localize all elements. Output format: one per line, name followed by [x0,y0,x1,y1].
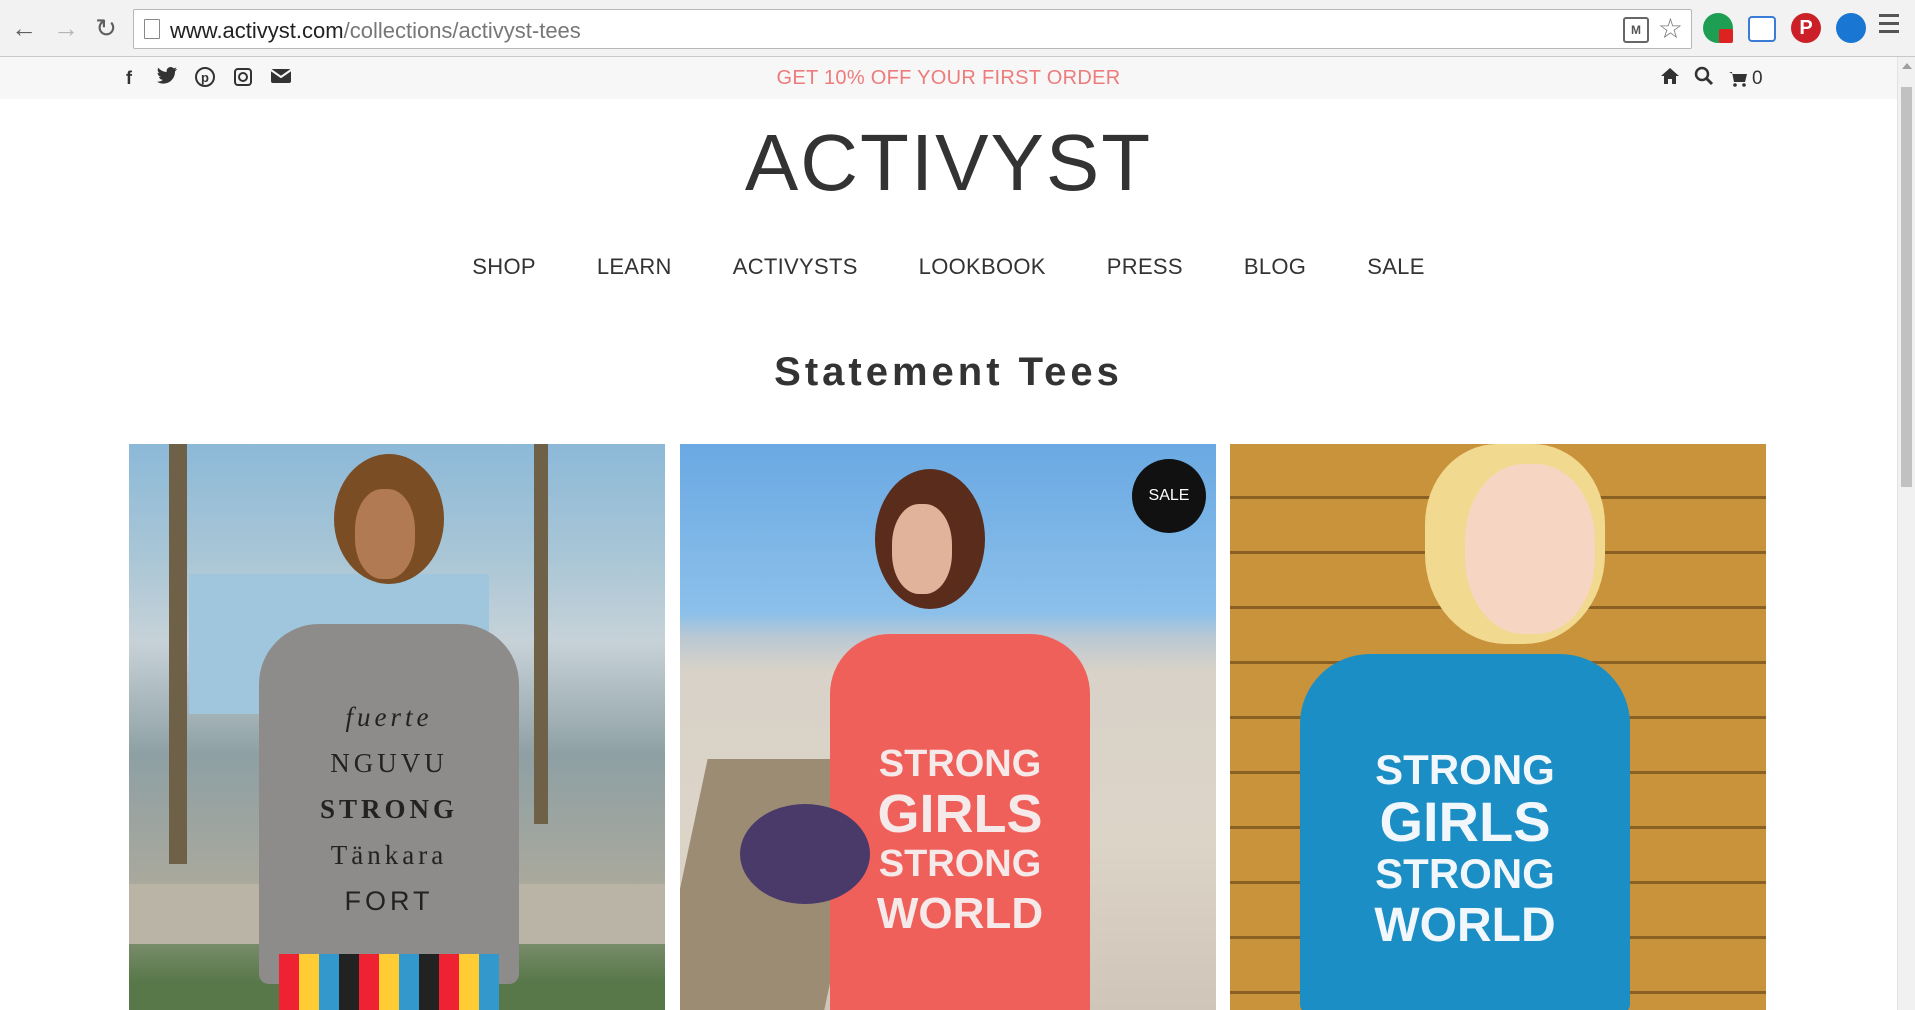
scroll-up-icon[interactable] [1902,63,1912,69]
shirt-text-line: WORLD [1374,899,1556,952]
extension-blue-icon[interactable] [1836,13,1866,43]
shirt-text-line: STRONG [1375,746,1555,793]
nav-shop[interactable]: SHOP [472,254,536,280]
address-bar[interactable]: www.activyst.com/collections/activyst-te… [133,9,1692,49]
shirt-text-line: FORT [344,886,434,916]
announcement-bar: f p GET 10% OFF YOUR FIRST ORDER 0 [0,57,1897,99]
model-face [355,489,415,579]
reload-button[interactable]: ↻ [92,14,120,42]
shirt-text-line: NGUVU [330,748,448,778]
home-icon[interactable] [1660,67,1680,91]
palm-tree [534,444,548,824]
nav-sale[interactable]: SALE [1367,254,1424,280]
reader-icon[interactable]: M [1623,17,1649,43]
shirt-text-line: GIRLS [877,784,1043,844]
page-icon [144,19,160,39]
extension-docs-icon[interactable] [1748,16,1776,42]
tshirt: STRONG GIRLS STRONG WORLD [1300,654,1630,1010]
shirt-text-line: STRONG [1375,850,1555,897]
product-card-1[interactable]: fuerte NGUVU STRONG Tänkara FORT [129,444,665,1010]
model-face [892,504,952,594]
nav-blog[interactable]: BLOG [1244,254,1306,280]
nav-activysts[interactable]: ACTIVYSTS [733,254,858,280]
header-tools: 0 [1660,66,1763,92]
shirt-text-line: STRONG [319,794,459,824]
site-logo[interactable]: ACTIVYST [0,118,1897,208]
product-card-2[interactable]: STRONG GIRLS STRONG WORLD [680,444,1216,1010]
yoga-mat [740,804,870,904]
palm-tree [169,444,187,864]
collection-title: Statement Tees [774,350,1123,394]
cart-icon [1729,72,1747,87]
child-face [1465,464,1595,634]
promo-banner[interactable]: GET 10% OFF YOUR FIRST ORDER [0,67,1897,90]
shirt-text-line: STRONG [878,743,1042,785]
browser-toolbar: ← → ↻ www.activyst.com/collections/activ… [0,0,1915,57]
product-card-3[interactable]: STRONG GIRLS STRONG WORLD [1230,444,1766,1010]
tshirt: fuerte NGUVU STRONG Tänkara FORT [259,624,519,984]
extension-evernote-icon[interactable] [1703,13,1733,43]
bookmark-star-icon[interactable]: ☆ [1658,12,1683,45]
main-nav: SHOP LEARN ACTIVYSTS LOOKBOOK PRESS BLOG… [0,254,1897,280]
search-icon[interactable] [1694,66,1714,92]
shirt-text-line: WORLD [876,889,1044,938]
back-button[interactable]: ← [10,14,38,42]
scrollbar-thumb[interactable] [1901,87,1912,487]
nav-learn[interactable]: LEARN [597,254,672,280]
browser-menu-icon[interactable] [1879,14,1899,38]
shirt-text-line: fuerte [345,702,433,732]
cart-count: 0 [1752,68,1763,89]
nav-lookbook[interactable]: LOOKBOOK [919,254,1046,280]
leggings [279,954,499,1010]
extension-pinterest-icon[interactable]: P [1791,13,1821,43]
forward-button[interactable]: → [52,14,80,42]
cart-link[interactable]: 0 [1728,68,1763,90]
shirt-text-line: Tänkara [330,840,448,870]
tshirt: STRONG GIRLS STRONG WORLD [830,634,1090,1010]
scrollbar[interactable] [1897,57,1915,1010]
nav-press[interactable]: PRESS [1107,254,1183,280]
address-url[interactable]: www.activyst.com/collections/activyst-te… [170,18,581,44]
shirt-text-line: GIRLS [1379,790,1551,853]
sale-badge: SALE [1132,459,1206,533]
